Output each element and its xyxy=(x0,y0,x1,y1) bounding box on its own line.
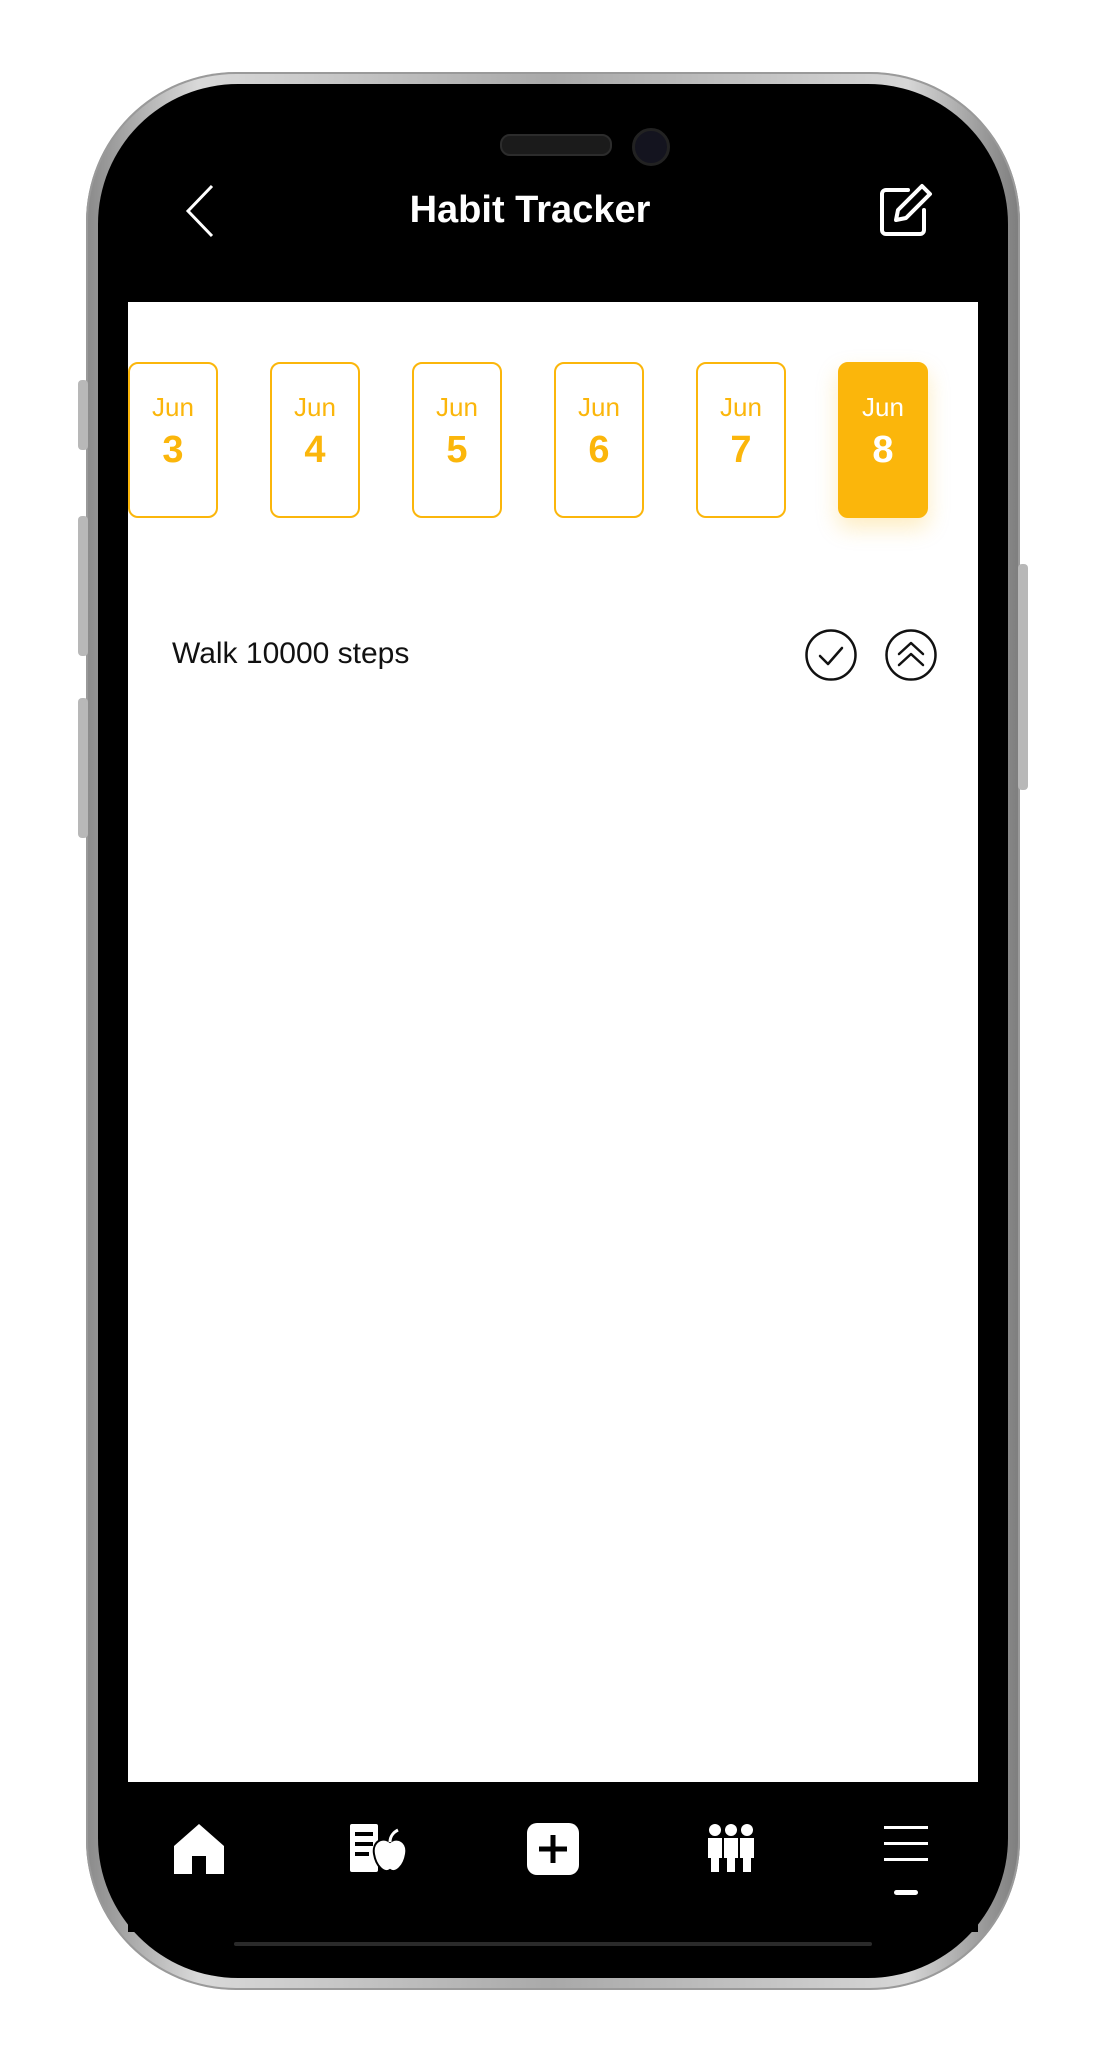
home-icon[interactable] xyxy=(172,1822,226,1876)
front-camera xyxy=(632,128,670,166)
double-chevron-up-icon[interactable] xyxy=(884,628,938,682)
date-card-selected[interactable]: Jun 8 xyxy=(838,362,928,518)
home-indicator xyxy=(234,1942,872,1946)
menu-icon[interactable] xyxy=(882,1822,930,1896)
date-month: Jun xyxy=(578,392,620,422)
date-day: 3 xyxy=(162,429,184,471)
page-title: Habit Tracker xyxy=(409,189,651,231)
date-month: Jun xyxy=(862,392,904,422)
chevron-left-icon[interactable] xyxy=(182,182,222,240)
date-month: Jun xyxy=(720,392,762,422)
date-day: 4 xyxy=(304,429,326,471)
speaker-grille xyxy=(500,134,612,156)
date-day: 6 xyxy=(588,429,610,471)
date-card[interactable]: Jun 7 xyxy=(696,362,786,518)
date-card[interactable]: Jun 6 xyxy=(554,362,644,518)
nutrition-icon[interactable] xyxy=(348,1822,406,1876)
date-card[interactable]: Jun 3 xyxy=(128,362,218,518)
date-card[interactable]: Jun 5 xyxy=(412,362,502,518)
phone-side-button xyxy=(1018,564,1028,790)
date-month: Jun xyxy=(294,392,336,422)
date-month: Jun xyxy=(152,392,194,422)
date-month: Jun xyxy=(436,392,478,422)
community-icon[interactable] xyxy=(706,1822,756,1874)
date-day: 7 xyxy=(730,429,752,471)
phone-side-button xyxy=(78,380,88,450)
habit-label: Walk 10000 steps xyxy=(172,637,410,670)
date-day: 5 xyxy=(446,429,468,471)
date-day: 8 xyxy=(872,429,894,471)
check-circle-icon[interactable] xyxy=(804,628,858,682)
content-area xyxy=(128,302,978,1782)
phone-side-button xyxy=(78,516,88,656)
date-card[interactable]: Jun 4 xyxy=(270,362,360,518)
phone-side-button xyxy=(78,698,88,838)
edit-icon[interactable] xyxy=(878,182,936,238)
add-icon[interactable] xyxy=(526,1822,580,1876)
